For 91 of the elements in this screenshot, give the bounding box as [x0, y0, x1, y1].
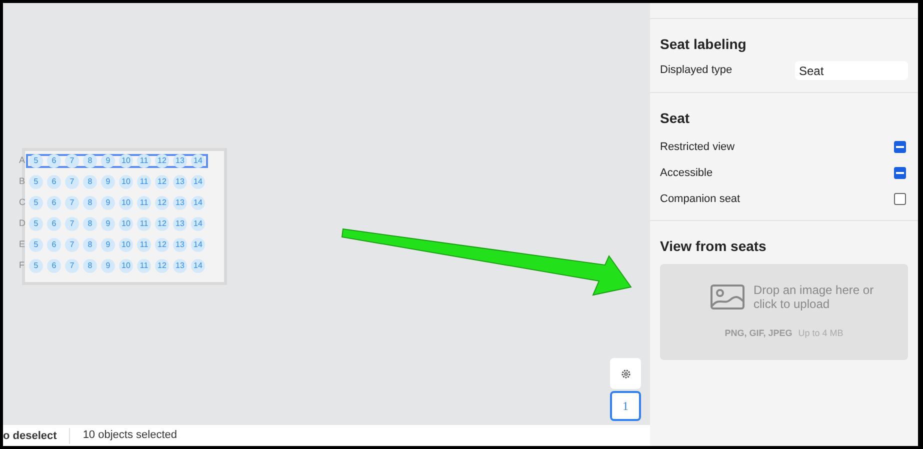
seat[interactable]: 14	[191, 175, 205, 189]
field-label: Displayed type	[660, 63, 732, 78]
seat[interactable]: 10	[119, 175, 133, 189]
seat[interactable]: 7	[65, 196, 79, 210]
checkbox[interactable]	[894, 141, 906, 153]
seat[interactable]: 10	[119, 217, 133, 231]
seat[interactable]: 12	[155, 259, 169, 273]
checkbox[interactable]	[894, 193, 906, 205]
seat[interactable]: 5	[29, 175, 43, 189]
seat[interactable]: 8	[83, 259, 97, 273]
row-label: E	[19, 238, 26, 252]
seat-row[interactable]: 5 6 7 8 9 10 11 12 13 14	[28, 196, 206, 210]
seat[interactable]: 10	[119, 154, 133, 168]
image-icon	[710, 284, 744, 310]
seat[interactable]: 9	[101, 175, 115, 189]
option-label: Restricted view	[660, 140, 735, 155]
seat[interactable]: 9	[101, 154, 115, 168]
selected-seat-row[interactable]: 5 6 7 8 9 10 11 12 13 14	[26, 154, 208, 168]
row-label: A	[19, 154, 26, 168]
seat[interactable]: 11	[137, 175, 151, 189]
section-title: Seat labeling	[660, 35, 748, 54]
seat[interactable]: 13	[173, 196, 187, 210]
seat[interactable]: 14	[191, 259, 205, 273]
seat[interactable]: 14	[191, 196, 205, 210]
seat[interactable]: 6	[47, 154, 61, 168]
row-label: F	[19, 259, 24, 272]
seat[interactable]: 7	[65, 154, 79, 168]
seat[interactable]: 13	[173, 238, 187, 252]
seat-row[interactable]: 5 6 7 8 9 10 11 12 13 14	[28, 175, 206, 189]
seat[interactable]: 11	[137, 259, 151, 273]
seat[interactable]: 8	[83, 238, 97, 252]
row-label: B	[19, 175, 26, 188]
section-title: View from seats	[660, 237, 768, 256]
page-button[interactable]: 1	[610, 391, 641, 421]
seat[interactable]: 7	[65, 175, 79, 189]
seat[interactable]: 8	[83, 217, 97, 231]
selection-count: 10 objects selected	[82, 428, 177, 444]
seat[interactable]: 5	[29, 154, 43, 168]
seat[interactable]: 10	[119, 238, 133, 252]
seat[interactable]: 14	[191, 217, 205, 231]
seat[interactable]: 13	[173, 154, 187, 168]
seat[interactable]: 12	[155, 175, 169, 189]
seat[interactable]: 5	[29, 196, 43, 210]
seat[interactable]: 14	[191, 154, 205, 168]
seat[interactable]: 13	[173, 217, 187, 231]
seat[interactable]: 7	[65, 217, 79, 231]
option-label: Accessible	[660, 166, 713, 181]
seat[interactable]: 13	[173, 175, 187, 189]
seat[interactable]: 10	[119, 259, 133, 273]
seat[interactable]: 5	[29, 259, 43, 273]
row-label: D	[19, 217, 26, 230]
row-label: C	[19, 196, 26, 210]
seat[interactable]: 12	[155, 196, 169, 210]
displayed-type-field[interactable]: Seat	[795, 61, 908, 80]
seat[interactable]: 11	[137, 238, 151, 252]
seat[interactable]: 5	[29, 217, 43, 231]
drop-text: Drop an image here or click to upload	[754, 283, 875, 312]
seat[interactable]: 9	[101, 238, 115, 252]
seat[interactable]: 7	[65, 238, 79, 252]
seat[interactable]: 8	[83, 154, 97, 168]
seat[interactable]: 9	[101, 217, 115, 231]
formats-text: PNG, GIF, JPEG	[724, 327, 792, 340]
seat[interactable]: 10	[119, 196, 133, 210]
seat[interactable]: 9	[101, 196, 115, 210]
hint-text: o deselect	[3, 428, 70, 444]
settings-button[interactable]	[610, 358, 641, 389]
seat[interactable]: 11	[137, 154, 151, 168]
seat[interactable]: 13	[173, 259, 187, 273]
option-label: Companion seat	[660, 192, 740, 207]
seat[interactable]: 12	[155, 217, 169, 231]
seat-row[interactable]: 5 6 7 8 9 10 11 12 13 14	[28, 259, 206, 273]
seat[interactable]: 11	[137, 196, 151, 210]
seat[interactable]: 12	[155, 154, 169, 168]
seat[interactable]: 6	[47, 196, 61, 210]
checkbox[interactable]	[894, 167, 906, 179]
seat[interactable]: 8	[83, 196, 97, 210]
seat[interactable]: 14	[191, 238, 205, 252]
section-title: Seat	[660, 109, 691, 128]
seat[interactable]: 11	[137, 217, 151, 231]
seat[interactable]: 7	[65, 259, 79, 273]
seat[interactable]: 6	[47, 238, 61, 252]
seat-row[interactable]: 5 6 7 8 9 10 11 12 13 14	[28, 217, 206, 231]
seat[interactable]: 6	[47, 259, 61, 273]
seat[interactable]: 5	[29, 238, 43, 252]
seat[interactable]: 6	[47, 175, 61, 189]
seat-row[interactable]: 5 6 7 8 9 10 11 12 13 14	[28, 238, 206, 252]
settings-icon	[620, 368, 632, 380]
seat[interactable]: 9	[101, 259, 115, 273]
seat[interactable]: 8	[83, 175, 97, 189]
seat[interactable]: 6	[47, 217, 61, 231]
seat[interactable]: 12	[155, 238, 169, 252]
